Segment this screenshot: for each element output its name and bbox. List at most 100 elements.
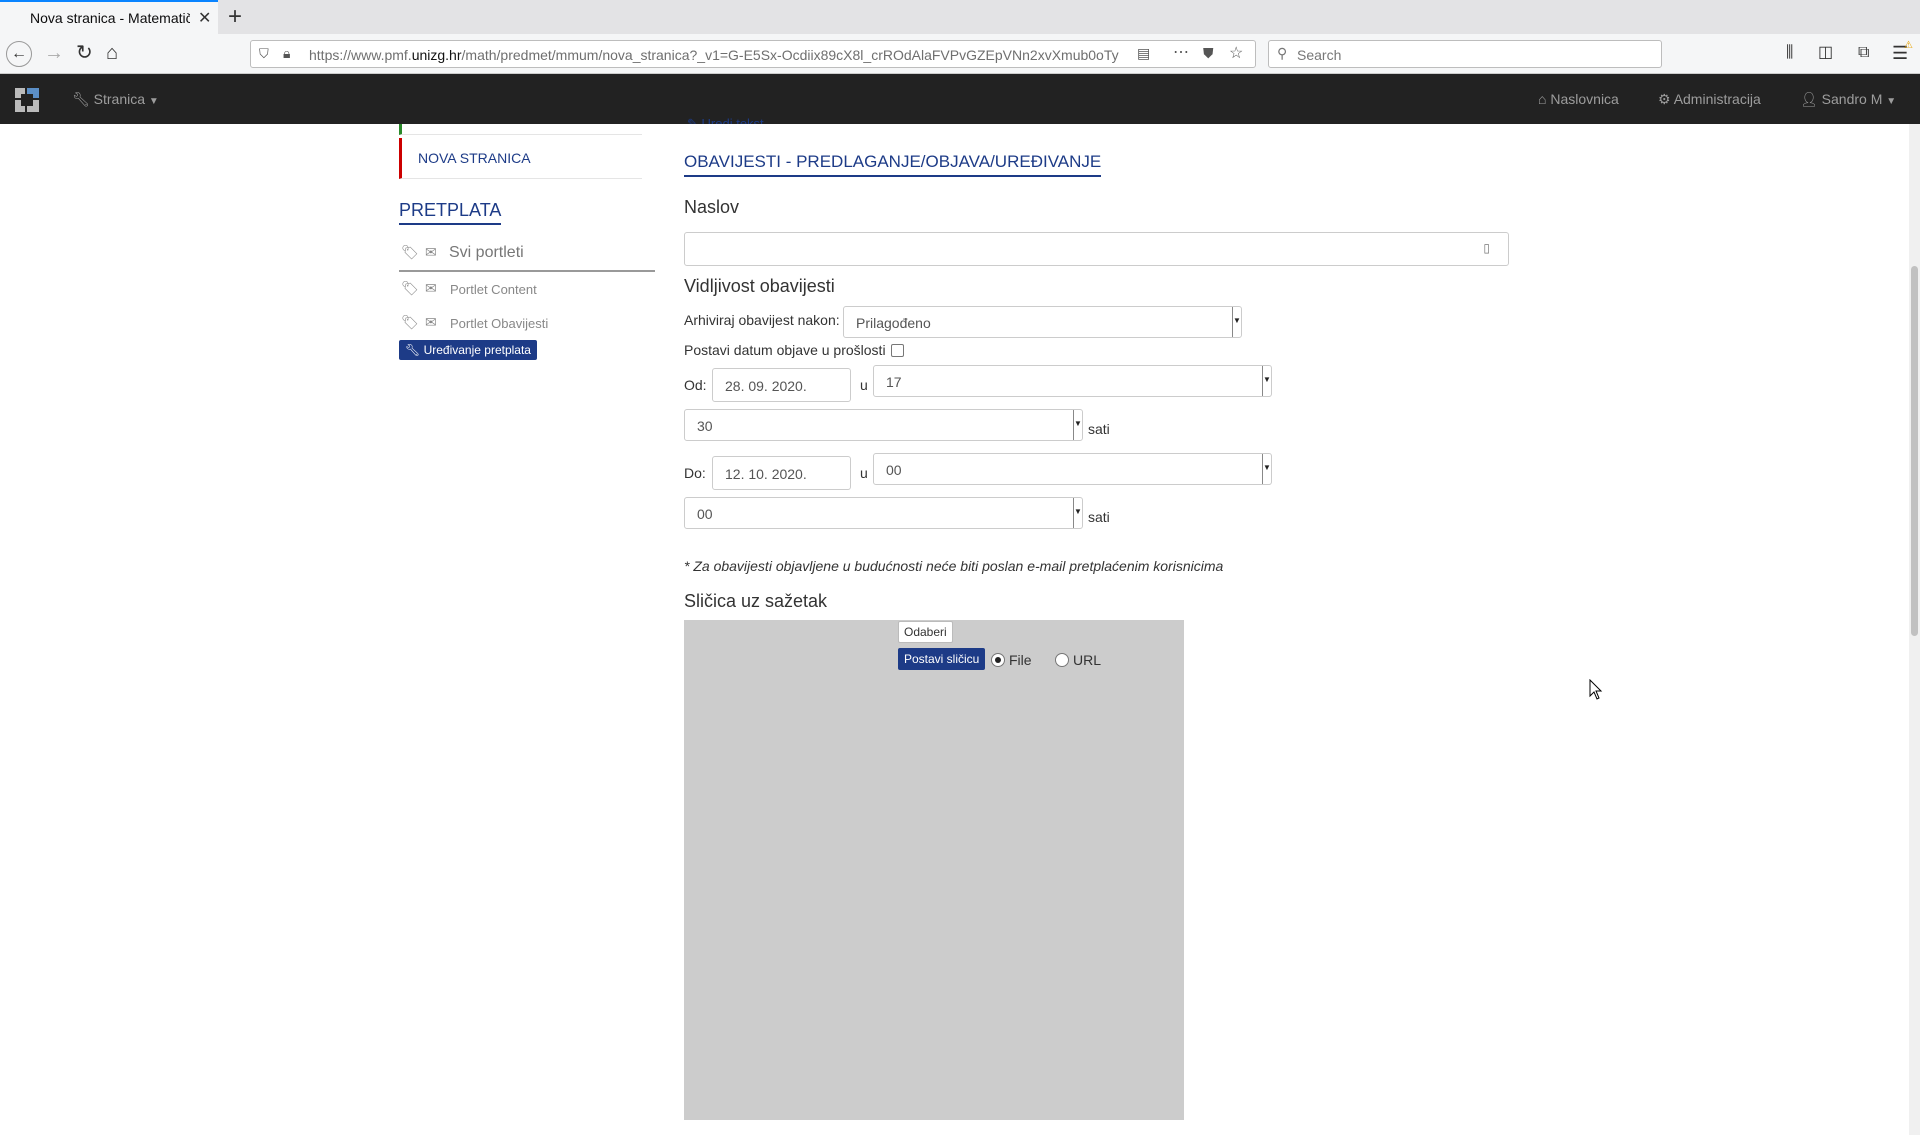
envelope-icon[interactable]: ✉ xyxy=(425,314,437,331)
do-hour-value: 00 xyxy=(886,462,902,478)
lock-icon[interactable]: 🔒︎ xyxy=(283,45,290,62)
image-placeholder: Odaberi Postavi sličicu File URL xyxy=(684,620,1184,1120)
administracija-link[interactable]: ⚙ Administracija xyxy=(1658,91,1761,108)
mouse-cursor-icon xyxy=(1589,679,1603,700)
postavi-datum-label: Postavi datum objave u prošlosti xyxy=(684,342,886,358)
u-label: u xyxy=(860,377,868,393)
od-minute-value: 30 xyxy=(697,418,713,434)
shield-icon[interactable]: ⛉ xyxy=(259,46,269,62)
slicica-label: Sličica uz sažetak xyxy=(684,591,828,611)
site-navbar: 🔧︎ Stranica ▼ ⌂ Naslovnica ⚙ Administrac… xyxy=(0,74,1920,124)
vidljivost-label: Vidljivost obavijesti xyxy=(684,276,835,296)
back-icon[interactable]: ← xyxy=(6,41,32,67)
od-date-input[interactable]: 28. 09. 2020. xyxy=(712,368,851,402)
tags-icon[interactable]: 🏷︎ xyxy=(401,244,419,261)
arhiviraj-value: Prilagođeno xyxy=(856,315,931,331)
postavi-datum-checkbox[interactable] xyxy=(891,344,904,357)
sidebar-item-label: NOVA STRANICA xyxy=(418,150,531,166)
sati-label: sati xyxy=(1088,509,1110,525)
pretplata-heading: PRETPLATA xyxy=(399,200,502,225)
postavi-slicicu-button[interactable]: Postavi sličicu xyxy=(898,648,986,670)
wrench-icon: 🔧︎ xyxy=(405,343,421,357)
sidebar-item-nova-stranica[interactable]: NOVA STRANICA xyxy=(399,138,642,179)
page-scrollbar-thumb[interactable] xyxy=(1911,266,1918,636)
forward-icon[interactable]: → xyxy=(44,43,64,63)
do-minute-value: 00 xyxy=(697,506,713,522)
reader-view-icon[interactable]: ▤ xyxy=(1137,45,1150,62)
portlet-obavijesti-label: Portlet Obavijesti xyxy=(450,316,549,331)
browser-tab-title: Nova stranica - Matematički xyxy=(30,10,190,26)
portlet-content-row[interactable]: 🏷︎ ✉ Portlet Content xyxy=(399,280,655,302)
do-date-value: 12. 10. 2020. xyxy=(725,466,807,482)
browser-tab[interactable]: Nova stranica - Matematički ✕ xyxy=(0,0,218,34)
page-actions-icon[interactable]: ⋯ xyxy=(1173,42,1189,62)
envelope-icon[interactable]: ✉ xyxy=(425,244,437,261)
home-icon[interactable]: ⌂ xyxy=(106,43,118,63)
odaberi-button[interactable]: Odaberi xyxy=(898,621,953,643)
radio-file-label: File xyxy=(1009,652,1032,668)
pencil-icon: ✎ xyxy=(687,116,698,124)
reload-icon[interactable]: ↻ xyxy=(76,43,93,63)
close-tab-icon[interactable]: ✕ xyxy=(198,8,211,28)
site-logo[interactable] xyxy=(15,88,39,112)
uredivanje-pretplata-button[interactable]: 🔧︎ Uređivanje pretplata xyxy=(399,340,537,360)
url-text[interactable]: https://www.pmf.unizg.hr/math/predmet/mm… xyxy=(309,47,1179,63)
arhiviraj-select[interactable]: Prilagođeno ▼ xyxy=(843,306,1242,338)
caret-down-icon: ▼ xyxy=(148,96,159,107)
sati-label: sati xyxy=(1088,421,1110,437)
portlet-content-label: Portlet Content xyxy=(450,282,537,297)
naslovnica-link[interactable]: ⌂ Naslovnica xyxy=(1538,91,1619,107)
naslov-input[interactable]: ▯ xyxy=(684,232,1509,266)
browser-tab-strip: Nova stranica - Matematički ✕ + xyxy=(0,0,1920,34)
dropdown-arrow-icon: ▼ xyxy=(1262,454,1271,484)
radio-file[interactable] xyxy=(991,653,1005,667)
url-bar[interactable]: ⛉ 🔒︎ https://www.pmf.unizg.hr/math/predm… xyxy=(250,40,1256,68)
svi-portleti-row[interactable]: 🏷︎ ✉ Svi portleti xyxy=(399,242,655,272)
home-icon: ⌂ xyxy=(1538,91,1547,107)
wrench-icon: 🔧︎ xyxy=(72,91,90,107)
gear-icon: ⚙ xyxy=(1658,91,1671,107)
do-date-input[interactable]: 12. 10. 2020. xyxy=(712,456,851,490)
new-tab-icon[interactable]: + xyxy=(228,3,242,31)
pocket-icon[interactable]: ⛊ xyxy=(1203,45,1214,62)
envelope-icon[interactable]: ✉ xyxy=(425,280,437,297)
portlet-obavijesti-row[interactable]: 🏷︎ ✉ Portlet Obavijesti xyxy=(399,314,655,336)
stranica-menu-label: Stranica xyxy=(93,91,146,107)
dropdown-arrow-icon: ▼ xyxy=(1232,307,1241,337)
library-icon[interactable]: ⫼ xyxy=(1786,43,1793,63)
sidebar-toggle-icon[interactable]: ◫ xyxy=(1818,43,1833,63)
tags-icon[interactable]: 🏷︎ xyxy=(401,314,419,331)
password-manager-icon[interactable]: ▯ xyxy=(1483,241,1490,255)
radio-url[interactable] xyxy=(1055,653,1069,667)
stranica-menu[interactable]: 🔧︎ Stranica ▼ xyxy=(72,91,159,108)
user-menu[interactable]: 👤︎ Sandro M ▼ xyxy=(1800,91,1896,108)
arhiviraj-label: Arhiviraj obavijest nakon: xyxy=(684,312,840,328)
od-label: Od: xyxy=(684,377,707,393)
browser-nav-bar: ← → ↻ ⌂ ⛉ 🔒︎ https://www.pmf.unizg.hr/ma… xyxy=(0,34,1920,74)
do-minute-select[interactable]: 00 ▼ xyxy=(684,497,1083,529)
do-label: Do: xyxy=(684,465,706,481)
user-icon: 👤︎ xyxy=(1800,91,1818,107)
tags-icon[interactable]: 🏷︎ xyxy=(401,280,419,297)
radio-url-label: URL xyxy=(1073,652,1102,668)
partial-edit-link[interactable]: ✎ Uredi tekst xyxy=(687,116,764,124)
search-icon: ⚲ xyxy=(1277,45,1288,61)
od-hour-value: 17 xyxy=(886,374,902,390)
obavijesti-section-title: OBAVIJESTI - PREDLAGANJE/OBJAVA/UREĐIVAN… xyxy=(684,152,1102,177)
naslovnica-label: Naslovnica xyxy=(1550,91,1619,107)
extensions-icon[interactable]: ⧉ xyxy=(1858,43,1869,63)
sidebar-item-prev[interactable] xyxy=(399,124,642,135)
bookmark-star-icon[interactable]: ☆ xyxy=(1229,43,1243,63)
od-date-value: 28. 09. 2020. xyxy=(725,378,807,394)
browser-search-box[interactable]: ⚲ Search xyxy=(1268,40,1662,68)
partial-edit-label: Uredi tekst xyxy=(701,116,764,124)
od-hour-select[interactable]: 17 ▼ xyxy=(873,365,1272,397)
user-name: Sandro M xyxy=(1821,91,1883,107)
warning-icon: ⚠ xyxy=(1904,40,1913,51)
naslov-label: Naslov xyxy=(684,197,740,217)
administracija-label: Administracija xyxy=(1673,91,1761,107)
uredivanje-pretplata-label: Uređivanje pretplata xyxy=(423,343,531,357)
do-hour-select[interactable]: 00 ▼ xyxy=(873,453,1272,485)
u-label: u xyxy=(860,465,868,481)
od-minute-select[interactable]: 30 ▼ xyxy=(684,409,1083,441)
